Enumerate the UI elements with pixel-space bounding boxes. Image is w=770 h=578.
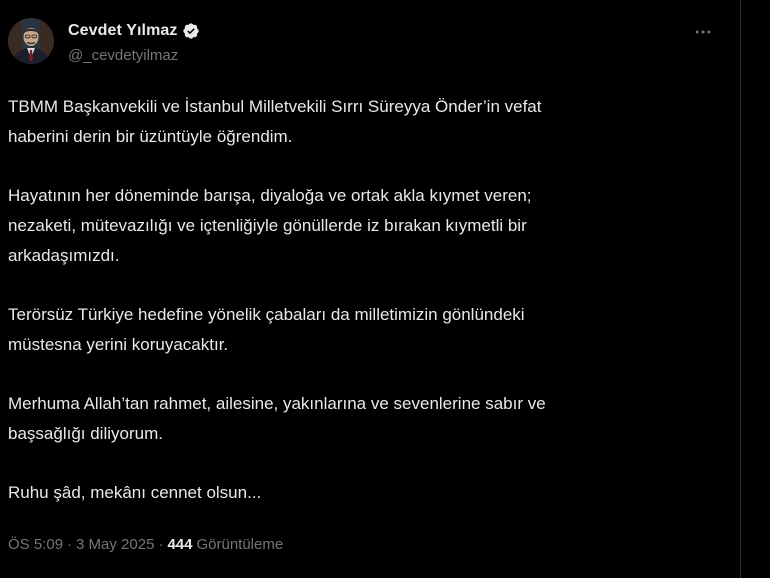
meta-separator: · [158,536,164,553]
tweet-screenshot: Cevdet Yılmaz @_cevdetyilmaz TBMM Başkan… [0,0,770,578]
tweet-meta: ÖS 5:09 · 3 May 2025 · 444 Görüntüleme [8,536,283,553]
verified-badge-icon[interactable] [182,22,200,40]
views-label: Görüntüleme [196,536,284,553]
avatar[interactable] [8,18,54,64]
views-count: 444 [167,536,193,553]
tweet-paragraph: TBMM Başkanvekili ve İstanbul Milletveki… [8,97,542,146]
name-row: Cevdet Yılmaz [68,20,200,42]
tweet-paragraph: Hayatının her döneminde barışa, diyaloğa… [8,186,532,265]
tweet-paragraph: Merhuma Allah’tan rahmet, ailesine, yakı… [8,394,546,443]
column-divider [740,0,741,578]
timestamp-date[interactable]: 3 May 2025 [76,536,154,553]
more-horizontal-icon[interactable] [691,20,715,44]
author-info: Cevdet Yılmaz @_cevdetyilmaz [68,20,200,64]
author-name[interactable]: Cevdet Yılmaz [68,22,178,40]
avatar-image [8,18,54,64]
meta-separator: · [67,536,73,553]
tweet-text: TBMM Başkanvekili ve İstanbul Milletveki… [8,92,708,537]
tweet-header: Cevdet Yılmaz @_cevdetyilmaz [8,14,733,74]
author-handle[interactable]: @_cevdetyilmaz [68,47,200,64]
timestamp-time[interactable]: ÖS 5:09 [8,536,63,553]
tweet-paragraph: Terörsüz Türkiye hedefine yönelik çabala… [8,305,525,354]
tweet-paragraph: Ruhu şâd, mekânı cennet olsun... [8,483,262,502]
